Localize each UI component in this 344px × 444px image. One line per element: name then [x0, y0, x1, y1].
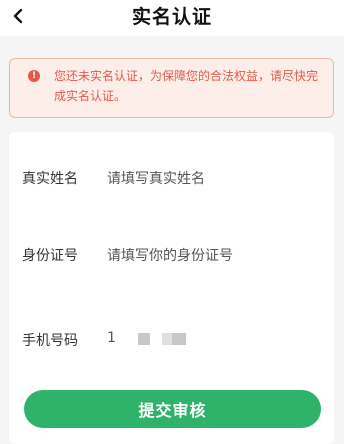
page-title: 实名认证 [131, 6, 212, 28]
submit-button[interactable]: 提交审核 [24, 390, 321, 428]
verification-alert: ! 您还未实名认证，为保障您的合法权益，请尽快完成实名认证。 [9, 58, 334, 118]
name-label: 真实姓名 [22, 171, 78, 187]
name-row: 真实姓名 请填写真实姓名 [9, 158, 334, 198]
id-number-row: 身份证号 请填写你的身份证号 [9, 235, 334, 275]
redaction-block [172, 333, 186, 345]
id-number-input[interactable]: 请填写你的身份证号 [107, 245, 233, 265]
redaction-block [162, 333, 172, 345]
name-input[interactable]: 请填写真实姓名 [107, 168, 205, 188]
alert-message: 您还未实名认证，为保障您的合法权益，请尽快完成实名认证。 [54, 69, 319, 103]
id-number-label: 身份证号 [22, 248, 78, 264]
header-bar: 实名认证 [0, 0, 344, 36]
redaction-block [138, 333, 150, 345]
phone-label: 手机号码 [22, 333, 78, 349]
phone-input[interactable]: 1 [107, 330, 116, 346]
phone-row: 手机号码 1 [9, 320, 334, 360]
submit-label: 提交审核 [138, 401, 207, 420]
alert-circle-icon: ! [28, 70, 40, 82]
